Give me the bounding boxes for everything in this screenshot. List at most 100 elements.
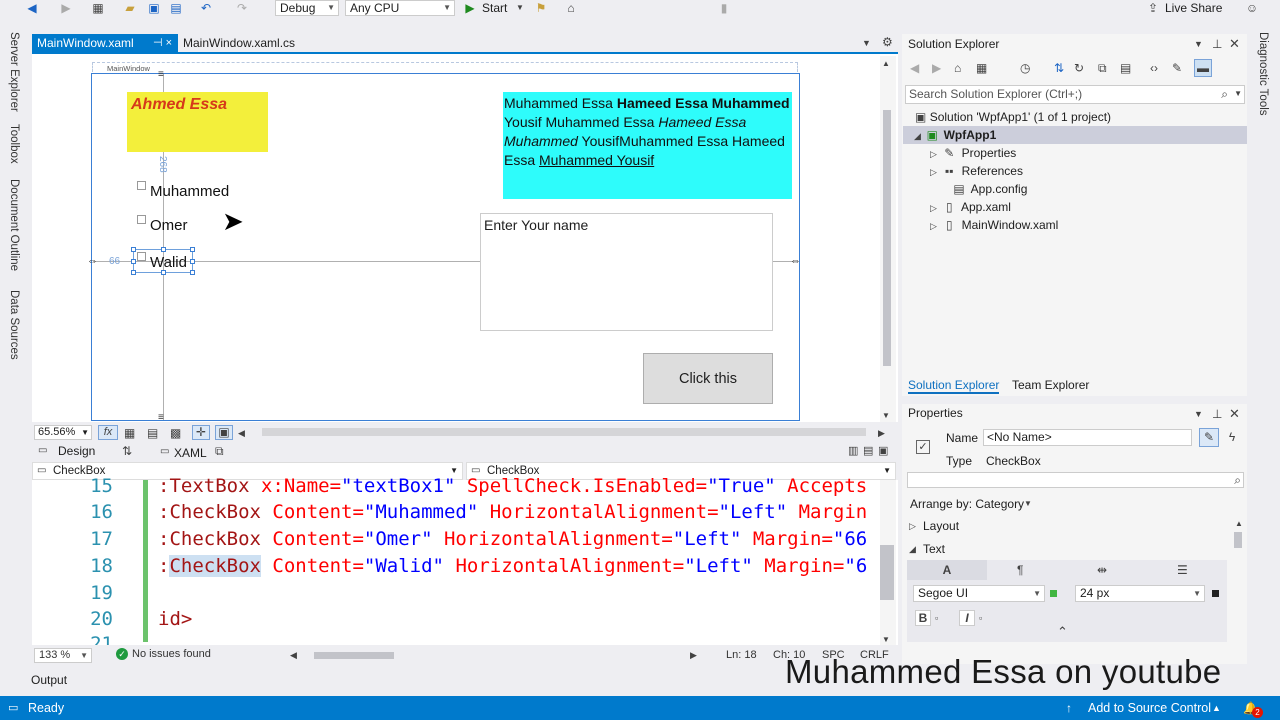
collapsed-arrow-icon[interactable]: ▷ [909,518,916,534]
start-icon[interactable]: ▶ [462,0,478,16]
tab-list-dropdown-icon[interactable]: ▼ [862,35,871,51]
top-anchor-icon[interactable]: ≡ [158,67,164,83]
tab-mainwindow-xaml[interactable]: MainWindow.xaml ⊣ × [32,34,178,52]
collapsed-arrow-icon[interactable]: ▷ [930,146,937,162]
resize-handle[interactable] [161,270,166,275]
start-button[interactable]: Start [482,0,507,16]
save-icon[interactable]: ▣ [146,0,162,16]
show-all-files-icon[interactable]: ▤ [1120,60,1131,76]
tree-item-project[interactable]: ◢ ▣ WpfApp1 [914,126,996,144]
pending-changes-icon[interactable]: ◷ [1020,60,1030,76]
upload-arrow-icon[interactable]: ↑ [1066,700,1072,716]
xaml-tab[interactable]: XAML [174,445,207,461]
live-share-icon[interactable]: ⇪ [1145,0,1161,16]
tree-item-properties[interactable]: ▷ ✎ Properties [930,144,1016,162]
popout-xaml-icon[interactable]: ⧉ [215,443,224,459]
refresh-icon[interactable]: ↻ [1074,60,1084,76]
designer-scroll-thumb[interactable] [883,110,891,366]
line-spacing-tab-icon[interactable]: ⇹ [1097,562,1107,578]
tree-item-app-config[interactable]: ▤ App.config [950,180,1027,198]
properties-scroll-up-icon[interactable]: ▲ [1235,516,1243,532]
resize-handle[interactable] [190,259,195,264]
name-field[interactable]: <No Name> [983,429,1192,446]
collapse-caret-icon[interactable]: ⌃ [1057,624,1068,640]
open-folder-icon[interactable]: ▰ [122,0,138,16]
italic-square-icon[interactable]: ▫ [979,610,982,626]
panel-menu-icon[interactable]: ▼ [1194,36,1203,52]
paragraph-tab-icon[interactable]: ¶ [1017,562,1023,578]
solution-search-input[interactable]: Search Solution Explorer (Ctrl+;) ⌕ ▼ [905,85,1245,104]
diagnostic-tools-tab[interactable]: Diagnostic Tools [1257,32,1269,116]
sync-icon[interactable]: ⇅ [1054,60,1064,76]
live-share-button[interactable]: Live Share [1165,1,1222,15]
events-lightning-icon[interactable]: ϟ [1223,429,1241,445]
name-textbox[interactable]: Enter Your name [480,213,773,331]
arrange-by-dropdown[interactable]: Arrange by: Category [910,497,1024,511]
editor-scroll-down-icon[interactable]: ▼ [882,632,890,648]
arrange-dropdown-icon[interactable]: ▼ [1024,496,1032,512]
search-options-icon[interactable]: ▼ [1234,86,1242,102]
pin-icon[interactable]: ⊥ [1212,406,1222,422]
italic-icon[interactable]: I [959,610,975,626]
formula-icon[interactable]: fx [98,425,118,440]
font-family-dropdown[interactable]: Segoe UI ▼ [913,585,1045,602]
back-icon[interactable]: ◀ [24,0,40,16]
editor-hscroll-thumb[interactable] [314,652,394,659]
resize-handle[interactable] [131,270,136,275]
output-tab[interactable]: Output [31,673,67,687]
ahmed-label[interactable]: Ahmed Essa [127,92,268,152]
toolbar-home-icon[interactable]: ⌂ [563,0,579,16]
design-tab[interactable]: Design [58,443,95,459]
right-anchor-icon[interactable]: ⇔ [790,253,801,269]
collapse-all-icon[interactable]: ⧉ [1098,60,1107,76]
resize-handle[interactable] [190,247,195,252]
snap-lines-icon[interactable]: ✛ [192,425,210,440]
font-tab-icon[interactable]: A [907,560,987,580]
click-this-button[interactable]: Click this [643,353,773,404]
close-icon[interactable]: ✕ [1229,36,1240,52]
start-dropdown-icon[interactable]: ▼ [512,0,528,16]
tree-item-solution[interactable]: ▣ Solution 'WpfApp1' (1 of 1 project) [915,108,1111,126]
resize-handle[interactable] [131,247,136,252]
document-outline-tab[interactable]: Document Outline [8,179,20,271]
editor-scroll-thumb[interactable] [880,545,894,600]
properties-scroll-thumb[interactable] [1234,532,1242,548]
search-icon[interactable]: ⌕ [1221,86,1228,102]
toolbox-tab[interactable]: Toolbox [8,124,20,164]
project-code-icon[interactable]: ▣ [215,425,233,440]
bold-square-icon[interactable]: ▫ [935,610,938,626]
scroll-left-icon[interactable]: ◀ [238,425,245,441]
resize-handle[interactable] [190,270,195,275]
collapsed-arrow-icon[interactable]: ▷ [930,200,937,216]
scroll-right-icon[interactable]: ▶ [878,425,885,441]
editor-scroll-right-icon[interactable]: ▶ [690,647,697,663]
search-icon[interactable]: ⌕ [1234,472,1241,488]
designer-horizontal-scrollbar[interactable] [262,428,866,436]
properties-wrench-icon[interactable]: ✎ [1172,60,1182,76]
swap-panes-icon[interactable]: ⇅ [122,443,132,459]
scroll-up-icon[interactable]: ▲ [882,56,890,72]
expanded-arrow-icon[interactable]: ◢ [909,541,916,557]
forward-icon[interactable]: ▶ [932,60,941,76]
vertical-split-icon[interactable]: ▥ [848,443,858,459]
back-icon[interactable]: ◀ [910,60,919,76]
designer-zoom-dropdown[interactable]: 65.56% ▼ [34,425,92,440]
tree-item-mainwindow-xaml[interactable]: ▷ ▯ MainWindow.xaml [930,216,1058,234]
tree-item-app-xaml[interactable]: ▷ ▯ App.xaml [930,198,1011,216]
horizontal-split-icon[interactable]: ▤ [863,443,873,459]
configuration-dropdown[interactable]: Debug ▼ [275,0,339,16]
font-size-dropdown[interactable]: 24 px ▼ [1075,585,1205,602]
selection-adorner[interactable] [131,247,195,275]
grid-icon[interactable]: ▦ [124,425,135,441]
redo-icon[interactable]: ↷ [234,0,250,16]
feedback-icon[interactable]: ☺ [1244,0,1260,16]
panel-menu-icon[interactable]: ▼ [1194,406,1203,422]
browser-link-icon[interactable]: ⚑ [533,0,549,16]
forward-icon[interactable]: ▶ [58,0,74,16]
editor-scroll-left-icon[interactable]: ◀ [290,647,297,663]
resize-handle[interactable] [161,247,166,252]
collapsed-arrow-icon[interactable]: ▷ [930,164,937,180]
tab-team-explorer[interactable]: Team Explorer [1012,378,1089,392]
tab-mainwindow-xaml-cs[interactable]: MainWindow.xaml.cs [178,34,318,52]
source-control-up-icon[interactable]: ▲ [1212,700,1221,716]
